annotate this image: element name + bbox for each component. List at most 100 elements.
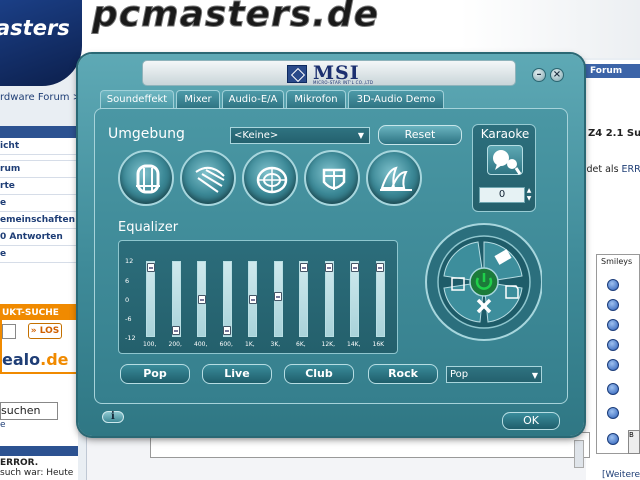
karaoke-icon[interactable] (487, 145, 523, 175)
arena-icon[interactable] (304, 150, 360, 206)
smiley-icon[interactable] (607, 339, 619, 351)
search-sub-link[interactable]: e (0, 420, 6, 430)
left-nav-header (0, 126, 78, 138)
environment-select[interactable]: <Keine> ▼ (230, 127, 370, 144)
smileys-panel: Smileys (596, 254, 640, 454)
smiley-icon[interactable] (607, 359, 619, 371)
bathroom-icon[interactable] (118, 150, 174, 206)
chevron-down-icon: ▼ (357, 131, 365, 140)
forum-logo-text: asters (0, 16, 70, 40)
karaoke-down-arrow[interactable]: ▼ (525, 195, 533, 203)
info-button[interactable]: i (102, 411, 124, 423)
idealo-prefix: ealo (2, 350, 41, 369)
msi-logo-icon (287, 65, 307, 83)
eq-slider-track[interactable] (350, 261, 359, 337)
smileys-label: Smileys (601, 257, 633, 266)
eq-slider-track[interactable] (375, 261, 385, 337)
ok-button[interactable]: OK (502, 412, 560, 430)
forum-search-input[interactable]: suchen (0, 402, 58, 420)
environment-buttons (118, 150, 428, 212)
left-nav-item[interactable]: e (0, 246, 78, 263)
eq-frequency-label: 100, (143, 341, 157, 348)
eq-slider-thumb[interactable] (325, 263, 333, 272)
eq-frequency-label: 16K (372, 341, 385, 348)
idealo-logo[interactable]: ealo.de (2, 350, 69, 369)
tab-audio-ea[interactable]: Audio-E/A (222, 90, 284, 108)
eq-slider-thumb[interactable] (248, 294, 257, 304)
bold-format-button[interactable]: B (628, 430, 640, 454)
eq-slider-thumb[interactable] (274, 291, 282, 301)
smiley-icon[interactable] (607, 383, 619, 395)
smiley-icon[interactable] (607, 433, 619, 445)
eq-slider-thumb[interactable] (223, 326, 231, 335)
eq-slider-thumb[interactable] (376, 263, 384, 272)
tab-mikrofon[interactable]: Mikrofon (286, 90, 346, 108)
close-button[interactable]: × (550, 68, 564, 82)
eq-frequency-label: 12K, (321, 341, 335, 348)
reset-button[interactable]: Reset (378, 125, 462, 145)
eq-slider-thumb[interactable] (350, 263, 359, 272)
tab-3d-audio-demo[interactable]: 3D-Audio Demo (348, 90, 444, 108)
eq-slider-track[interactable] (299, 261, 308, 337)
environment-label: Umgebung (108, 126, 185, 142)
forum-logo[interactable]: asters (0, 0, 82, 86)
eq-preset-select[interactable]: Pop ▼ (446, 366, 542, 383)
eq-slider-track[interactable] (324, 261, 334, 337)
msi-titlebar[interactable]: MSI MICRO-STAR INT'L CO.,LTD (142, 60, 516, 86)
produkt-suche-box: UKT-SUCHE » LOS ealo.de (0, 304, 78, 374)
stadium-icon[interactable] (242, 150, 298, 206)
opera-house-icon[interactable] (366, 150, 422, 206)
hallway-icon[interactable] (180, 150, 236, 206)
smiley-icon[interactable] (607, 319, 619, 331)
left-nav-item[interactable]: emeinschaften (0, 212, 78, 229)
eq-slider-thumb[interactable] (172, 326, 180, 335)
karaoke-panel: Karaoke 0 ▲ ▼ (472, 124, 536, 212)
msi-brand-sub: MICRO-STAR INT'L CO.,LTD (313, 80, 374, 85)
eq-slider-track[interactable] (146, 261, 155, 337)
left-nav-item[interactable]: rum (0, 161, 78, 178)
error-line2: such war: Heute (0, 468, 74, 478)
produkt-suche-title: UKT-SUCHE (2, 306, 76, 320)
los-button[interactable]: » LOS (28, 323, 62, 339)
tab-soundeffekt[interactable]: Soundeffekt (100, 90, 174, 109)
karaoke-up-arrow[interactable]: ▲ (525, 187, 533, 195)
eq-scale-label: -12 (125, 334, 136, 342)
preset-club-button[interactable]: Club (284, 364, 354, 384)
eq-frequency-label: 1K, (245, 341, 255, 348)
minimize-button[interactable]: – (532, 68, 546, 82)
more-smileys-link[interactable]: [Weitere] (602, 470, 640, 480)
preset-live-button[interactable]: Live (202, 364, 272, 384)
left-nav-item[interactable]: 0 Antworten (0, 229, 78, 246)
forum-tab[interactable]: Forum (582, 64, 640, 78)
left-nav-item[interactable]: icht (0, 138, 78, 155)
los-label: LOS (39, 326, 60, 336)
logged-in-user[interactable]: ERRO (622, 164, 640, 175)
eq-frequency-label: 3K, (270, 341, 281, 348)
produkt-suche-input[interactable] (2, 324, 16, 339)
eq-frequency-label: 600, (219, 341, 233, 348)
equalizer-panel: 12 6 0 -6 -12 100, 200, 400, 600, 1K, 3K, 6K, 1… (118, 240, 398, 354)
smiley-icon[interactable] (607, 407, 619, 419)
eq-preset-selected: Pop (450, 369, 469, 380)
eq-slider-thumb[interactable] (299, 263, 308, 272)
left-nav-item[interactable]: e (0, 195, 78, 212)
breadcrumb[interactable]: rdware Forum > (0, 92, 81, 103)
banner-right-area (460, 0, 640, 58)
eq-slider-thumb[interactable] (197, 294, 206, 304)
eq-frequency-label: 400, (194, 341, 208, 348)
eq-frequency-label: 14K, (347, 341, 361, 348)
karaoke-title: Karaoke (480, 127, 530, 141)
smiley-icon[interactable] (607, 279, 619, 291)
karaoke-value-input[interactable]: 0 (479, 187, 525, 203)
smiley-icon[interactable] (607, 299, 619, 311)
info-icon: i (111, 411, 115, 422)
preset-rock-button[interactable]: Rock (368, 364, 438, 384)
left-nav-item[interactable]: rte (0, 178, 78, 195)
textarea-scrollbar[interactable] (574, 440, 584, 468)
chevron-down-icon: ▼ (531, 371, 538, 380)
tab-mixer[interactable]: Mixer (176, 90, 220, 108)
banner-title: pcmasters.de (91, 0, 380, 36)
preset-pop-button[interactable]: Pop (120, 364, 190, 384)
eq-slider-thumb[interactable] (146, 263, 155, 272)
environment-selected: <Keine> (234, 130, 279, 141)
